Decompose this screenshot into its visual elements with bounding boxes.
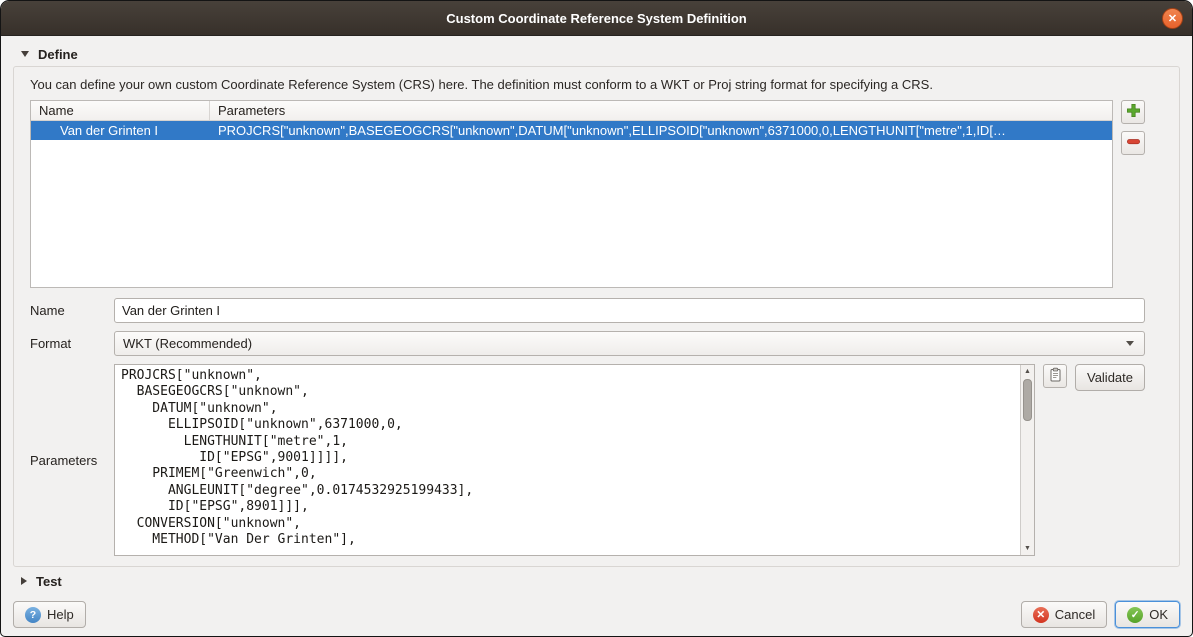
copy-parameters-button[interactable] xyxy=(1043,364,1067,388)
chevron-down-icon xyxy=(1126,341,1134,346)
minus-icon xyxy=(1126,134,1141,152)
dialog-button-box: ? Help ✕ Cancel ✓ OK xyxy=(13,601,1180,628)
help-icon: ? xyxy=(25,607,41,623)
define-description: You can define your own custom Coordinat… xyxy=(30,77,1145,92)
window-title: Custom Coordinate Reference System Defin… xyxy=(446,11,747,26)
plus-icon xyxy=(1126,103,1141,121)
table-row[interactable]: Van der Grinten I PROJCRS["unknown",BASE… xyxy=(31,121,1112,140)
scrollbar-track[interactable] xyxy=(1021,378,1034,542)
row-name-cell: Van der Grinten I xyxy=(31,123,210,138)
cancel-icon: ✕ xyxy=(1033,607,1049,623)
column-header-parameters[interactable]: Parameters xyxy=(210,101,1112,120)
scrollbar-up-arrow-icon[interactable]: ▲ xyxy=(1021,365,1034,378)
validate-button-label: Validate xyxy=(1087,370,1133,385)
validate-button[interactable]: Validate xyxy=(1075,364,1145,391)
help-button[interactable]: ? Help xyxy=(13,601,86,628)
define-group-header[interactable]: Define xyxy=(13,42,1180,66)
close-icon: ✕ xyxy=(1168,12,1177,25)
table-side-buttons xyxy=(1121,100,1145,155)
format-selected-value: WKT (Recommended) xyxy=(123,336,1126,351)
name-label: Name xyxy=(30,303,114,318)
parameters-row: Parameters PROJCRS["unknown", BASEGEOGCR… xyxy=(30,364,1145,556)
cancel-button-label: Cancel xyxy=(1055,607,1095,622)
crs-table: Name Parameters Van der Grinten I PROJCR… xyxy=(30,100,1113,288)
crs-table-area: Name Parameters Van der Grinten I PROJCR… xyxy=(30,100,1145,288)
format-label: Format xyxy=(30,336,114,351)
parameters-textarea[interactable]: PROJCRS["unknown", BASEGEOGCRS["unknown"… xyxy=(115,365,1020,555)
define-group-frame: You can define your own custom Coordinat… xyxy=(13,66,1180,567)
dialog-body: Define You can define your own custom Co… xyxy=(1,36,1192,636)
scrollbar-thumb[interactable] xyxy=(1023,379,1032,421)
titlebar: Custom Coordinate Reference System Defin… xyxy=(1,1,1192,36)
ok-icon: ✓ xyxy=(1127,607,1143,623)
scrollbar-down-arrow-icon[interactable]: ▼ xyxy=(1021,542,1034,555)
clipboard-icon xyxy=(1047,367,1063,386)
dialog-window: Custom Coordinate Reference System Defin… xyxy=(0,0,1193,637)
add-crs-button[interactable] xyxy=(1121,100,1145,124)
define-group-label: Define xyxy=(38,47,78,62)
test-group-header[interactable]: Test xyxy=(13,569,1180,593)
close-button[interactable]: ✕ xyxy=(1162,8,1183,29)
format-select[interactable]: WKT (Recommended) xyxy=(114,331,1145,356)
cancel-button[interactable]: ✕ Cancel xyxy=(1021,601,1107,628)
collapse-right-icon xyxy=(21,577,27,585)
parameters-editor-wrap: PROJCRS["unknown", BASEGEOGCRS["unknown"… xyxy=(114,364,1035,556)
parameters-label: Parameters xyxy=(30,364,114,556)
ok-button[interactable]: ✓ OK xyxy=(1115,601,1180,628)
parameters-scrollbar: ▲ ▼ xyxy=(1020,365,1034,555)
column-header-name[interactable]: Name xyxy=(31,101,210,120)
crs-table-header: Name Parameters xyxy=(31,101,1112,121)
ok-button-label: OK xyxy=(1149,607,1168,622)
format-row: Format WKT (Recommended) xyxy=(30,331,1145,356)
test-group-label: Test xyxy=(36,574,62,589)
row-parameters-cell: PROJCRS["unknown",BASEGEOGCRS["unknown",… xyxy=(210,123,1112,138)
name-row: Name xyxy=(30,298,1145,323)
help-button-label: Help xyxy=(47,607,74,622)
collapse-down-icon xyxy=(21,51,29,57)
name-input[interactable] xyxy=(114,298,1145,323)
remove-crs-button[interactable] xyxy=(1121,131,1145,155)
